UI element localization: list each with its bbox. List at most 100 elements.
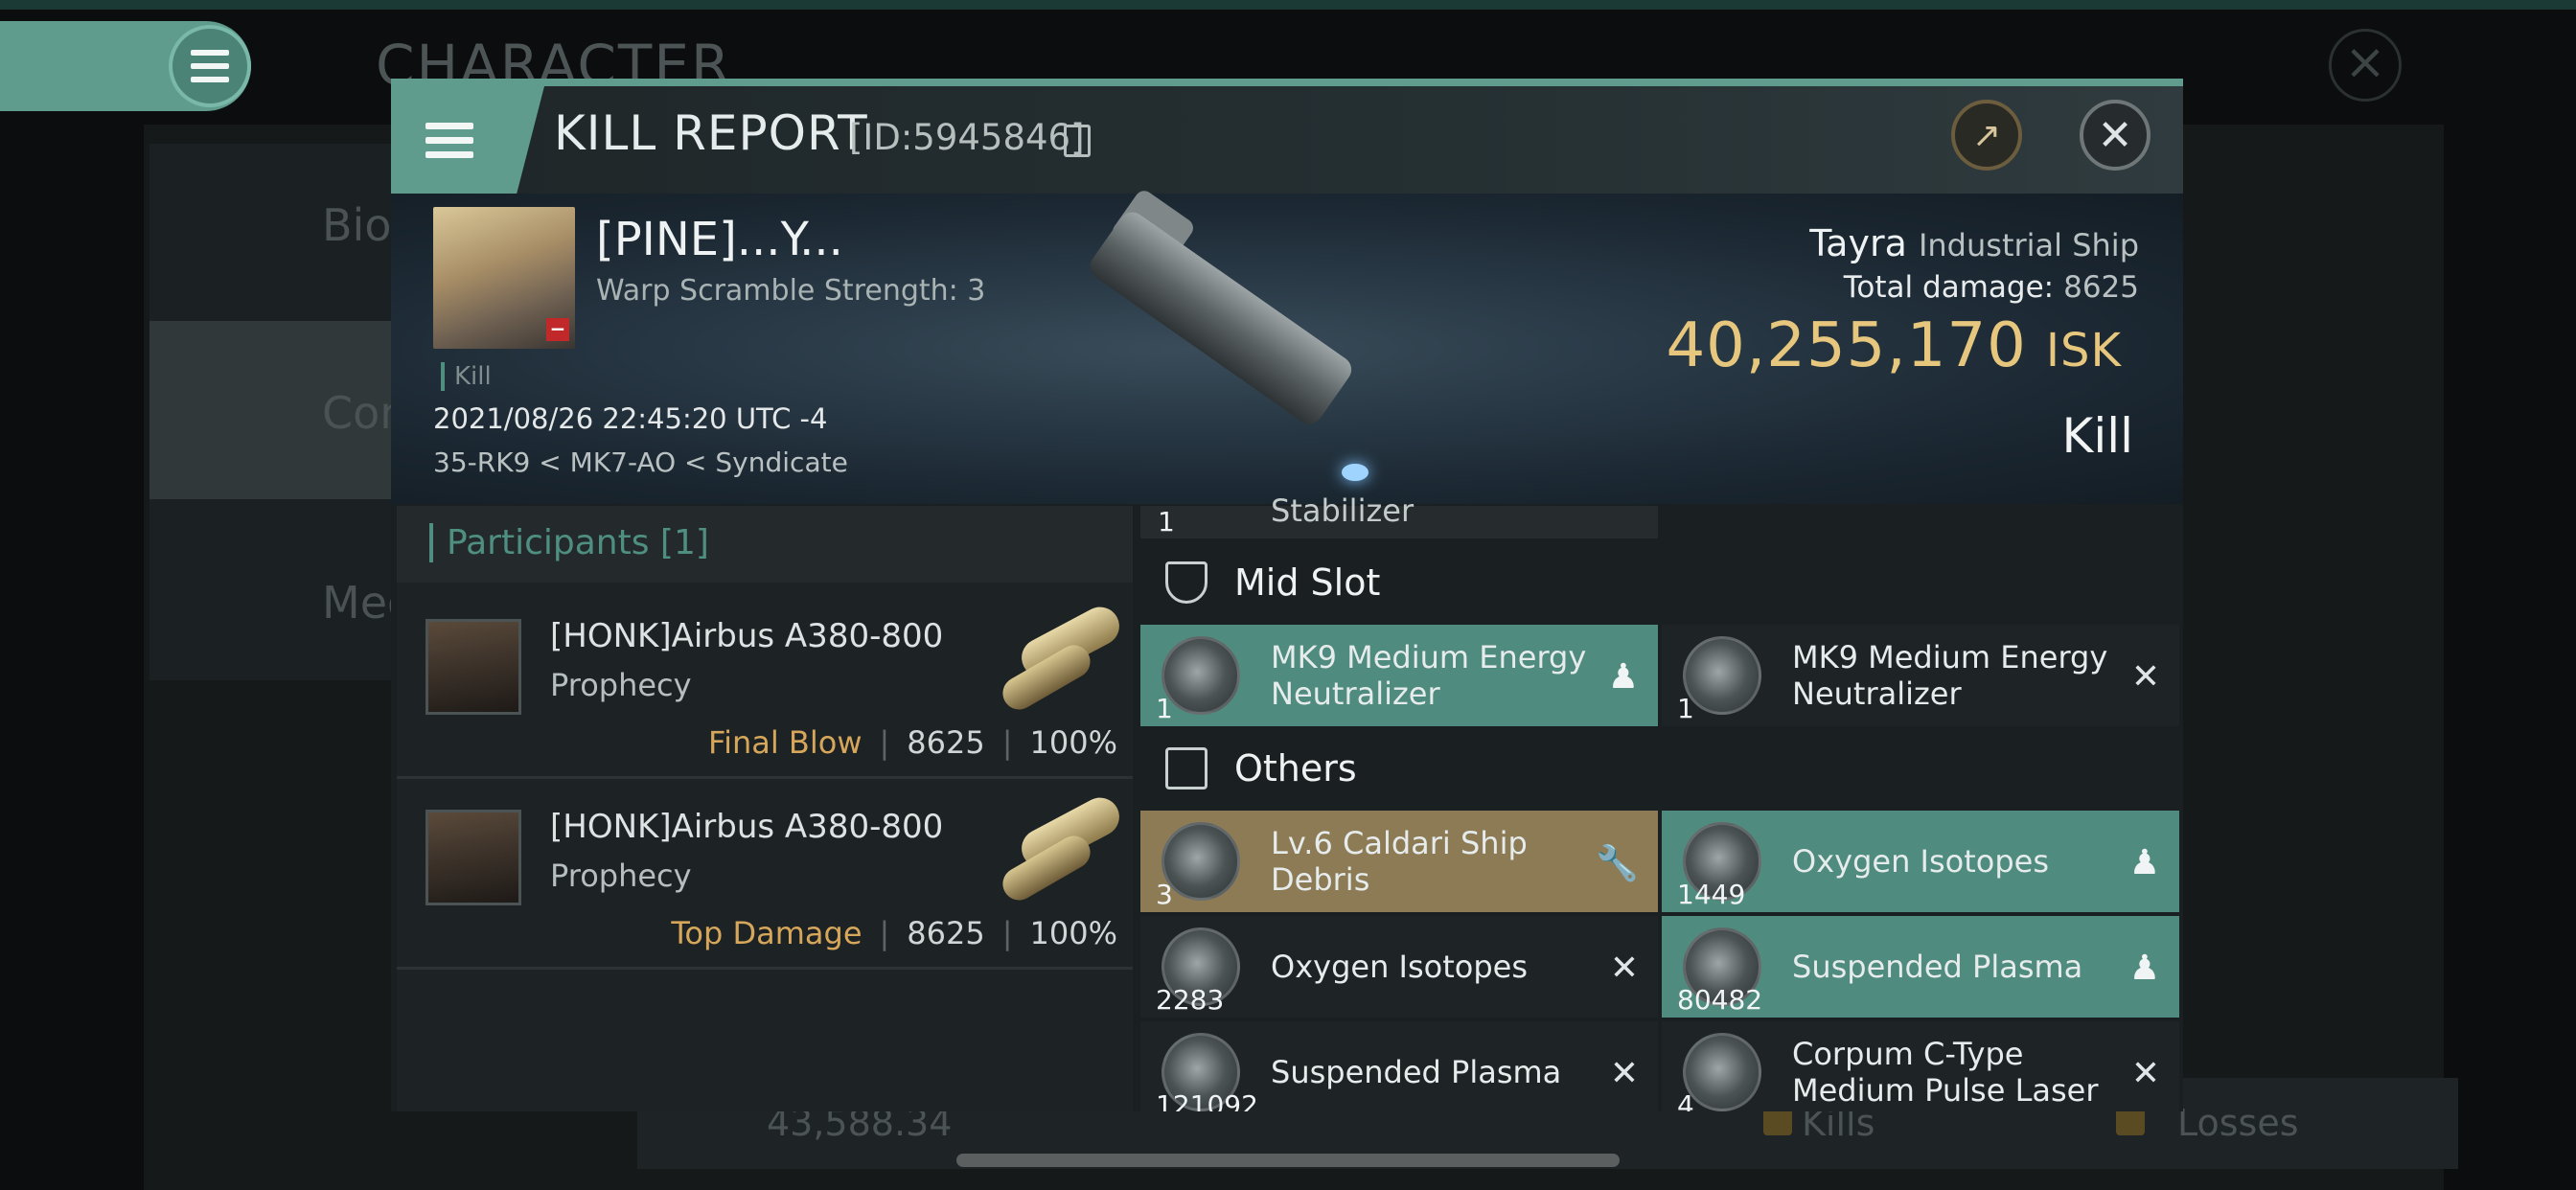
fitting-items-panel[interactable]: 1 Stabilizer Mid Slot 1 MK9 Medium Energ… [1140, 492, 2183, 1111]
kill-tag: Kill [441, 362, 492, 391]
item-cell[interactable]: 2283 Oxygen Isotopes ✕ [1140, 916, 1658, 1018]
participant-stats: Top Damage | 8625 | 100% [671, 915, 1117, 951]
isk-unit: ISK [2045, 324, 2122, 378]
warp-scramble-strength: Warp Scramble Strength: 3 [596, 274, 986, 308]
item-cell[interactable]: 4 Corpum C-Type Medium Pulse Laser ✕ [1662, 1021, 2179, 1111]
bg-close-icon[interactable]: × [2329, 29, 2402, 102]
section-others: Others [1140, 728, 2183, 809]
participant-damage: 8625 [907, 724, 985, 761]
top-bar [0, 0, 2576, 10]
participants-panel: Participants [1] [HONK]Airbus A380-800 P… [397, 506, 1133, 1111]
divider: | [1001, 915, 1013, 951]
kill-id: [ID:5945846] [849, 117, 1085, 158]
victim-ship: Tayra Industrial Ship [1809, 222, 2139, 264]
item-name: Oxygen Isotopes [1792, 843, 2049, 880]
item-cell[interactable]: 121092 Suspended Plasma ✕ [1140, 1021, 1658, 1111]
copy-icon[interactable] [1064, 125, 1091, 157]
participant-row[interactable]: [HONK]Airbus A380-800 Prophecy Final Blo… [397, 588, 1133, 779]
item-quantity: 1 [1158, 506, 1175, 538]
section-label: Others [1234, 747, 1357, 790]
share-icon: ↗ [1971, 115, 2002, 155]
item-cell[interactable]: 80482 Suspended Plasma ♟ [1662, 916, 2179, 1018]
participant-avatar[interactable] [426, 810, 521, 905]
share-button[interactable]: ↗ [1951, 100, 2022, 171]
item-name: Suspended Plasma [1271, 1054, 1562, 1090]
destroyed-icon: ✕ [1609, 1054, 1639, 1093]
section-mid-slot: Mid Slot [1140, 542, 2183, 623]
person-icon: ♟ [2128, 949, 2160, 988]
participant-name: [HONK]Airbus A380-800 [550, 617, 944, 655]
divider: | [879, 915, 890, 951]
item-quantity: 1449 [1677, 879, 1746, 910]
total-damage: Total damage: 8625 [1844, 270, 2139, 305]
destroyed-icon: ✕ [2130, 1054, 2160, 1093]
home-indicator[interactable] [956, 1154, 1620, 1167]
ship-name: Tayra [1809, 222, 1907, 264]
section-label: Mid Slot [1234, 561, 1381, 604]
ship-class: Industrial Ship [1918, 227, 2139, 263]
item-quantity: 2283 [1156, 984, 1225, 1016]
participant-name: [HONK]Airbus A380-800 [550, 808, 944, 846]
kill-datetime: 2021/08/26 22:45:20 UTC -4 [433, 402, 828, 435]
person-icon: ♟ [1607, 657, 1639, 697]
participant-row[interactable]: [HONK]Airbus A380-800 Prophecy Top Damag… [397, 779, 1133, 970]
wrench-icon: 🔧 [1596, 844, 1639, 883]
participant-role: Top Damage [671, 915, 862, 951]
participant-ship-image [989, 600, 1126, 719]
item-name: Stabilizer [1271, 492, 1414, 529]
item-cell[interactable]: 3 Lv.6 Caldari Ship Debris 🔧 [1140, 811, 1658, 912]
item-cell[interactable]: 1 MK9 Medium Energy Neutralizer ♟ [1140, 625, 1658, 726]
participants-title: Participants [1] [429, 523, 709, 562]
close-button[interactable]: ✕ [2080, 100, 2150, 171]
item-name: Lv.6 Caldari Ship Debris [1271, 825, 1528, 898]
mid-slot-icon [1165, 561, 1208, 604]
total-damage-value: 8625 [2063, 270, 2139, 305]
divider: | [879, 724, 890, 761]
energy-neutralizer-icon [1162, 636, 1240, 715]
energy-neutralizer-icon [1683, 636, 1761, 715]
kill-location: 35-RK9 < MK7-AO < Syndicate [433, 446, 848, 478]
window-accent-line [391, 79, 2183, 86]
item-quantity: 1 [1156, 693, 1173, 724]
destroyed-icon: ✕ [1609, 949, 1639, 988]
window-title: KILL REPORT [554, 105, 868, 161]
kill-report-window: KILL REPORT [ID:5945846] ↗ ✕ − [PINE]...… [391, 79, 2183, 1111]
ship-engine-glow [1342, 464, 1368, 481]
participant-ship: Prophecy [550, 667, 692, 703]
victim-banner: − [PINE]...Y... Warp Scramble Strength: … [391, 187, 2183, 504]
isk-value: 40,255,170 ISK [1666, 310, 2122, 381]
person-icon: ♟ [2128, 843, 2160, 882]
standing-minus-icon: − [546, 318, 569, 341]
item-cell-partial[interactable]: 1 Stabilizer [1140, 492, 1658, 538]
divider: | [1001, 724, 1013, 761]
victim-ship-image [1085, 207, 1357, 429]
item-quantity: 80482 [1677, 984, 1763, 1016]
ship-debris-icon [1162, 822, 1240, 901]
item-name: Oxygen Isotopes [1271, 949, 1528, 985]
item-quantity: 1 [1677, 693, 1694, 724]
item-quantity: 4 [1677, 1089, 1694, 1111]
bg-side-item-bio: Bio [322, 199, 392, 251]
item-name: Corpum C-Type Medium Pulse Laser [1792, 1036, 2099, 1109]
item-name: MK9 Medium Energy Neutralizer [1792, 639, 2108, 712]
item-cell[interactable]: 1449 Oxygen Isotopes ♟ [1662, 811, 2179, 912]
isk-amount: 40,255,170 [1666, 310, 2027, 381]
item-name: Suspended Plasma [1792, 949, 2083, 985]
item-cell[interactable]: 1 MK9 Medium Energy Neutralizer ✕ [1662, 625, 2179, 726]
participant-damage: 8625 [907, 915, 985, 951]
cargo-box-icon [1165, 747, 1208, 790]
participant-stats: Final Blow | 8625 | 100% [708, 724, 1117, 761]
participant-role: Final Blow [708, 724, 862, 761]
participant-ship-image [989, 790, 1126, 909]
participant-percent: 100% [1029, 915, 1117, 951]
bg-menu-icon[interactable] [169, 25, 251, 107]
pulse-laser-icon [1683, 1033, 1761, 1111]
item-name: MK9 Medium Energy Neutralizer [1271, 639, 1587, 712]
item-quantity: 121092 [1156, 1089, 1258, 1111]
bg-losses-label[interactable]: Losses [2177, 1102, 2299, 1144]
victim-name[interactable]: [PINE]...Y... [596, 213, 843, 266]
participants-header: Participants [1] [397, 506, 1133, 583]
participant-avatar[interactable] [426, 619, 521, 715]
close-icon: ✕ [2097, 110, 2133, 160]
total-damage-label: Total damage: [1843, 270, 2055, 305]
